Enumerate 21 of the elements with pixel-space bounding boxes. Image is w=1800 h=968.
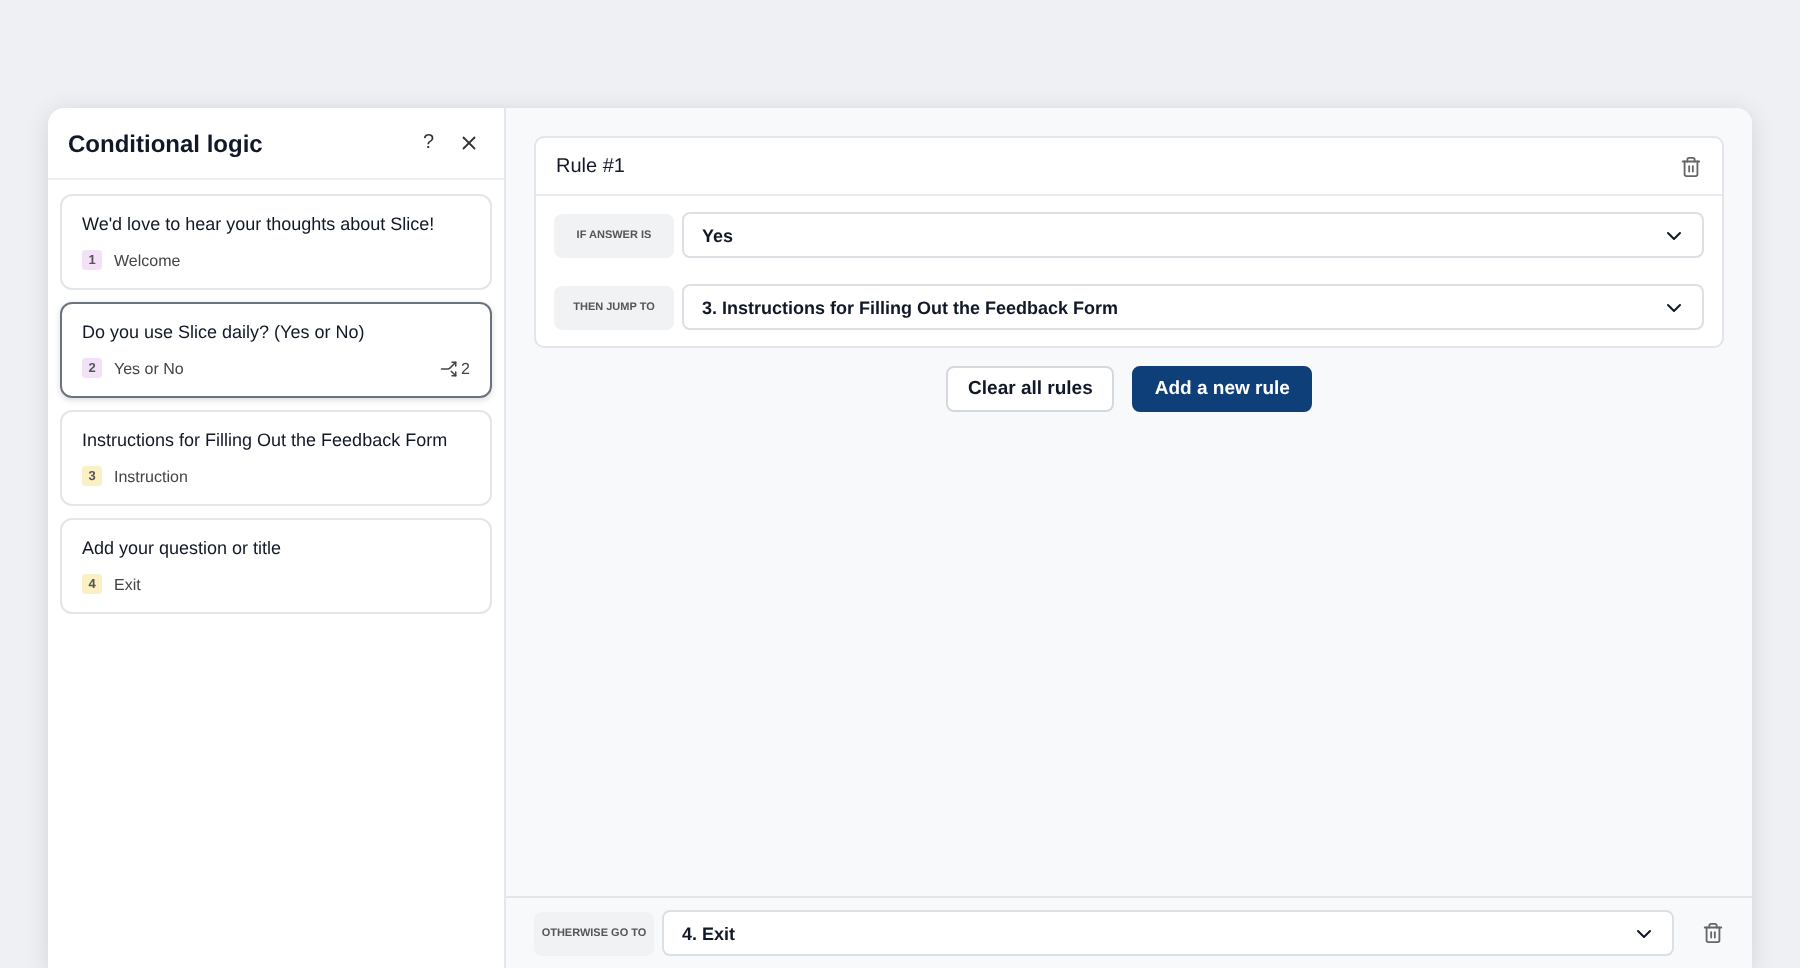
delete-icon[interactable] <box>1680 155 1702 177</box>
otherwise-select[interactable]: 4. Exit <box>662 910 1674 956</box>
rule-count: 2 <box>439 359 470 377</box>
question-title: Instructions for Filling Out the Feedback Form <box>82 430 450 450</box>
rule-title: Rule #1 <box>556 155 627 177</box>
close-icon <box>458 132 480 154</box>
branch-icon <box>439 359 458 377</box>
question-type: Exit <box>114 575 143 593</box>
condition-select[interactable]: 3. Instructions for Filling Out the Feedback Form <box>682 284 1704 330</box>
question-type: Instruction <box>114 467 190 485</box>
question-title: Add your question or title <box>82 538 284 558</box>
clear-rules-button[interactable]: Clear all rules <box>946 366 1115 412</box>
question-title: Do you use Slice daily? (Yes or No) <box>82 322 367 342</box>
question-type: Yes or No <box>114 359 186 377</box>
help-button[interactable]: ? <box>418 128 438 158</box>
delete-icon[interactable] <box>1702 922 1724 944</box>
question-type: Welcome <box>114 251 183 269</box>
add-rule-button[interactable]: Add a new rule <box>1132 366 1312 412</box>
dialog-title: Conditional logic <box>68 129 265 157</box>
question-title: We'd love to hear your thoughts about Slice! <box>82 214 437 234</box>
condition-select[interactable]: Yes <box>682 212 1704 258</box>
